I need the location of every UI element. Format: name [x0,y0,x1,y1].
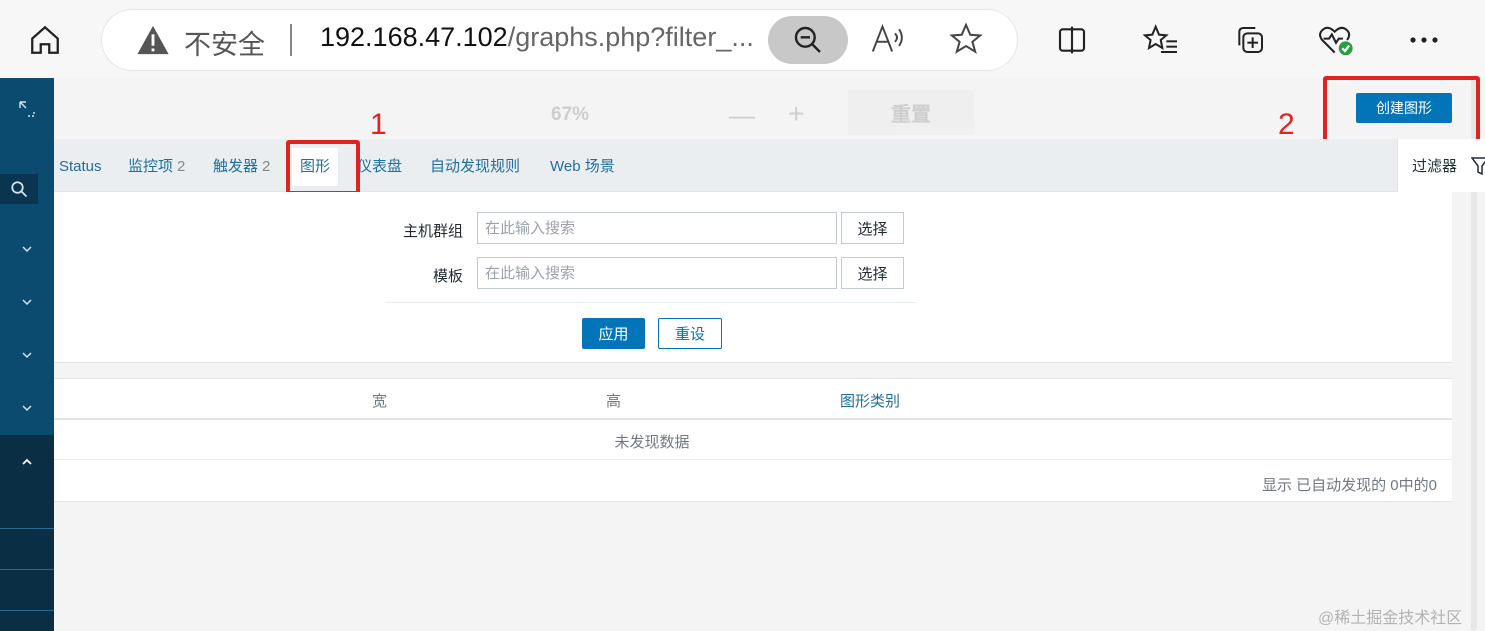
zoom-out-indicator[interactable] [768,16,848,64]
sidebar-menu-4[interactable] [0,381,54,434]
more-options-icon[interactable] [1398,14,1450,66]
sidebar-submenu-4[interactable] [0,611,54,631]
tab-status[interactable]: Status [59,139,102,192]
filter-label: 过滤器 [1412,158,1458,175]
url-path: /graphs.php?filter_... [507,22,754,52]
annotation-number-1: 1 [370,108,387,141]
graphs-table: 宽 高 图形类别 未发现数据 显示 已自动发现的 0中的0 [54,378,1452,502]
filter-panel: 主机群组 选择 模板 选择 应用 重设 [54,192,1452,363]
tab-web-scenarios[interactable]: Web 场景 [550,139,615,192]
tab-discovery-rules[interactable]: 自动发现规则 [430,139,520,192]
zoom-plus-button[interactable]: + [788,98,804,130]
home-icon[interactable] [19,14,71,66]
search-icon [11,181,28,198]
split-screen-icon[interactable] [1046,14,1098,66]
zoom-minus-button[interactable]: — [729,100,755,131]
warning-icon[interactable] [136,24,170,61]
chevron-down-icon [22,351,32,358]
table-row-divider [54,459,1452,460]
tab-label: Web 场景 [550,158,615,175]
table-summary: 显示 已自动发现的 0中的0 [1261,477,1437,494]
favorites-list-icon[interactable] [1135,14,1187,66]
favorite-star-icon[interactable] [948,22,984,61]
zoom-reset-button[interactable]: 重置 [848,90,974,135]
apply-button[interactable]: 应用 [582,318,645,349]
collapse-sidebar-icon[interactable] [0,84,54,134]
zoom-popup: 67% — + 重置 [515,90,985,135]
filter-toggle[interactable]: 过滤器 [1397,139,1485,192]
collections-icon[interactable] [1224,14,1276,66]
tab-dashboards[interactable]: 仪表盘 [357,139,402,192]
tab-label: 仪表盘 [357,158,403,175]
tab-items[interactable]: 监控项 2 [128,139,185,192]
address-bar[interactable]: 不安全 192.168.47.102/graphs.php?filter_... [102,10,1017,70]
tab-label: 监控项 [128,158,174,175]
chevron-down-icon [22,404,32,411]
annotation-number-2: 2 [1278,108,1295,141]
tab-triggers[interactable]: 触发器 2 [213,139,270,192]
sidebar [0,78,54,631]
sidebar-menu-5[interactable] [0,435,54,488]
host-group-select-button[interactable]: 选择 [841,212,904,244]
tab-label: 自动发现规则 [430,158,521,175]
browser-toolbar: 不安全 192.168.47.102/graphs.php?filter_... [0,0,1485,78]
tab-label: 触发器 [213,158,259,175]
screen: 不安全 192.168.47.102/graphs.php?filter_... [0,0,1485,631]
zoom-out-icon [794,26,821,53]
host-group-input[interactable] [477,212,837,244]
sidebar-submenu-2[interactable] [0,529,54,569]
sidebar-menu-3[interactable] [0,328,54,381]
url-host: 192.168.47.102 [320,22,508,52]
browser-health-icon[interactable] [1310,14,1362,66]
template-select-button[interactable]: 选择 [841,257,904,289]
sidebar-submenu-3[interactable] [0,570,54,610]
sidebar-menu-1[interactable] [0,222,54,275]
chevron-down-icon [22,245,32,252]
column-height: 高 [606,393,622,410]
template-label: 模板 [432,268,463,285]
chevron-down-icon [22,298,32,305]
empty-message: 未发现数据 [614,434,690,451]
host-group-label: 主机群组 [402,223,463,240]
sidebar-submenu-1[interactable] [0,488,54,528]
zoom-level: 67% [551,104,590,125]
url-text[interactable]: 192.168.47.102/graphs.php?filter_... [320,22,754,53]
annotation-box-1 [286,140,360,195]
tab-count: 2 [177,158,186,175]
chevron-up-icon [22,458,32,465]
tab-label: Status [59,158,102,175]
column-width: 宽 [372,393,388,410]
sidebar-menu-2[interactable] [0,275,54,328]
column-graph-type[interactable]: 图形类别 [840,390,900,411]
template-input[interactable] [477,257,837,289]
address-separator [290,24,292,56]
reset-button[interactable]: 重设 [658,318,722,349]
host-tabs: Status 监控项 2 触发器 2 图形 仪表盘 自动发现规则 Web 场景 过滤… [54,139,1485,192]
watermark: @稀土掘金技术社区 [1318,610,1463,627]
filter-icon [1471,156,1485,175]
table-header-divider [54,418,1452,420]
security-label[interactable]: 不安全 [184,23,265,62]
sidebar-search-button[interactable] [0,174,38,204]
tab-count: 2 [262,158,271,175]
read-aloud-icon[interactable] [870,22,906,61]
filter-divider [385,302,916,303]
